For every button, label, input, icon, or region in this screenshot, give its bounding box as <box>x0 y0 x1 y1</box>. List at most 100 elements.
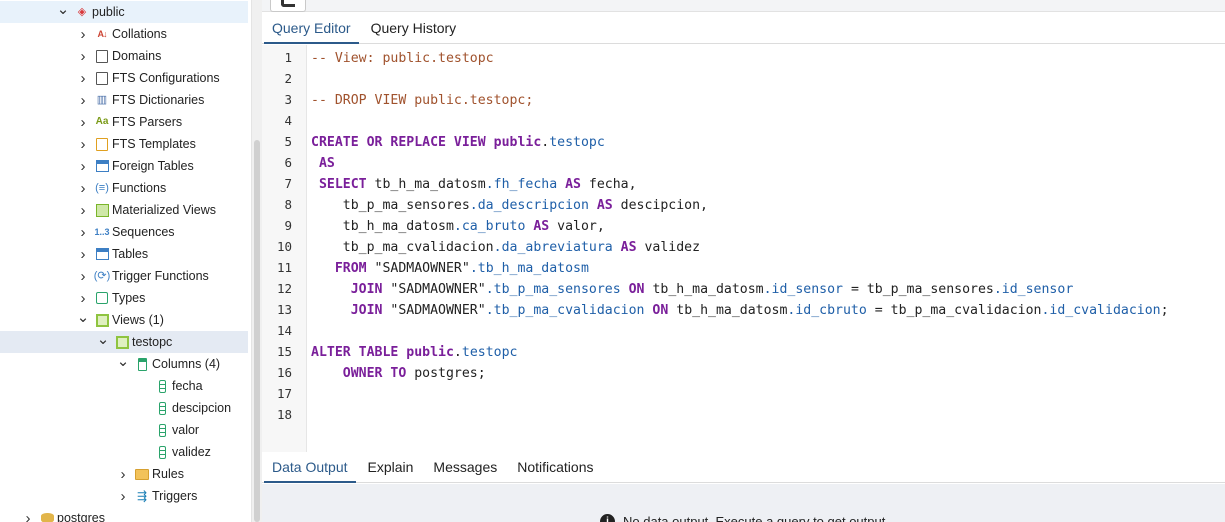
line-number: 15 <box>276 344 292 359</box>
column-icon <box>155 423 169 437</box>
chevron-right-icon[interactable]: › <box>77 26 89 43</box>
chevron-down-icon[interactable]: ⌄ <box>117 353 130 370</box>
view-icon <box>95 313 109 327</box>
tree-item-rules[interactable]: › Rules <box>0 463 248 485</box>
line-number: 16 <box>276 365 292 380</box>
chevron-right-icon[interactable]: › <box>77 114 89 131</box>
sequence-icon: 1..3 <box>94 226 110 237</box>
code-token: . <box>453 345 462 360</box>
scrollbar-thumb[interactable] <box>254 140 260 522</box>
chevron-right-icon[interactable]: › <box>22 510 34 522</box>
chevron-right-icon[interactable]: › <box>77 246 89 263</box>
tree-item-domains[interactable]: › Domains <box>0 45 248 67</box>
tree-item-label: Triggers <box>152 489 198 503</box>
code-token: AS <box>588 198 621 213</box>
tree-item-fts-configurations[interactable]: › FTS Configurations <box>0 67 248 89</box>
code-token: testopc <box>461 345 518 360</box>
chevron-right-icon[interactable]: › <box>117 488 129 505</box>
tree-item-collations[interactable]: › A↓ Collations <box>0 23 248 45</box>
tree-item-label: fecha <box>172 379 203 393</box>
code-line: JOIN "SADMAOWNER".tb_p_ma_sensores ON tb… <box>311 279 1074 300</box>
collation-icon: A↓ <box>97 28 108 39</box>
tree-item-valor[interactable]: valor <box>0 419 248 441</box>
no-output-text: No data output. Execute a query to get o… <box>623 514 889 522</box>
chevron-right-icon[interactable]: › <box>77 136 89 153</box>
chevron-down-icon[interactable]: ⌄ <box>57 1 70 18</box>
tree-item-label: FTS Configurations <box>112 71 220 85</box>
chevron-right-icon[interactable]: › <box>77 202 89 219</box>
code-token: tb_h_ma_datosm <box>311 219 454 234</box>
table-icon <box>95 247 109 261</box>
code-token: fecha, <box>588 177 637 192</box>
code-token: .id_sensor <box>993 282 1074 297</box>
code-token: OWNER TO <box>311 366 415 381</box>
triggers-icon: ⇶ <box>136 489 148 503</box>
line-number: 18 <box>276 407 292 422</box>
tree-item-public[interactable]: ⌄ ◈ public <box>0 1 248 23</box>
tree-item-fecha[interactable]: fecha <box>0 375 248 397</box>
rules-icon <box>135 467 149 481</box>
chevron-right-icon[interactable]: › <box>77 70 89 87</box>
chevron-down-icon[interactable]: ⌄ <box>77 309 90 326</box>
chevron-right-icon[interactable]: › <box>77 268 89 285</box>
chevron-right-icon[interactable]: › <box>77 180 89 197</box>
line-number: 6 <box>284 155 292 170</box>
sidebar-scrollbar[interactable] <box>251 0 262 522</box>
code-token: .id_cbruto <box>787 303 867 318</box>
tree-item-tables[interactable]: › Tables <box>0 243 248 265</box>
chevron-right-icon[interactable]: › <box>77 92 89 109</box>
main-panel: Query Editor Query History 1 2 3 4 5 6 7 8 9 10 11 1… <box>262 0 1225 522</box>
code-line: AS <box>311 153 335 174</box>
chevron-right-icon[interactable]: › <box>117 466 129 483</box>
tree-item-functions[interactable]: › (≡) Functions <box>0 177 248 199</box>
query-editor[interactable]: 1 2 3 4 5 6 7 8 9 10 11 12 13 14 15 16 17 18 -- View: pub… <box>262 45 1225 452</box>
toolbar-button[interactable] <box>270 0 306 12</box>
tree-item-postgres[interactable]: › postgres <box>0 507 248 522</box>
tab-query-editor[interactable]: Query Editor <box>262 12 361 44</box>
tree-item-label: validez <box>172 445 211 459</box>
tab-query-history[interactable]: Query History <box>361 12 467 43</box>
tree-item-label: Trigger Functions <box>112 269 209 283</box>
chevron-right-icon[interactable]: › <box>77 158 89 175</box>
code-token: descipcion, <box>620 198 708 213</box>
tree-item-label: FTS Templates <box>112 137 196 151</box>
chevron-right-icon[interactable]: › <box>77 290 89 307</box>
code-token: .ca_bruto <box>453 219 526 234</box>
tab-notifications[interactable]: Notifications <box>507 452 603 482</box>
materialized-view-icon <box>95 203 109 217</box>
tree-item-fts-templates[interactable]: › FTS Templates <box>0 133 248 155</box>
code-token: tb_p_ma_cvalidacion <box>311 240 494 255</box>
line-number: 5 <box>284 134 292 149</box>
tree-item-columns-4[interactable]: ⌄ Columns (4) <box>0 353 248 375</box>
line-number: 13 <box>276 302 292 317</box>
code-token: SELECT <box>311 177 375 192</box>
data-output-panel: i No data output. Execute a query to get… <box>262 484 1225 522</box>
tab-data-output[interactable]: Data Output <box>262 452 358 483</box>
code-line: tb_p_ma_sensores.da_descripcion AS desci… <box>311 195 708 216</box>
code-line: -- DROP VIEW public.testopc; <box>311 90 533 111</box>
tree-item-materialized-views[interactable]: › Materialized Views <box>0 199 248 221</box>
tree-item-foreign-tables[interactable]: › Foreign Tables <box>0 155 248 177</box>
info-icon: i <box>600 514 615 522</box>
schema-icon: ◈ <box>77 5 87 18</box>
tree-item-testopc[interactable]: ⌄ testopc <box>0 331 248 353</box>
tree-item-label: Collations <box>112 27 167 41</box>
tree-item-views-1[interactable]: ⌄ Views (1) <box>0 309 248 331</box>
tab-explain[interactable]: Explain <box>358 452 424 482</box>
tree-item-fts-dictionaries[interactable]: › ▥ FTS Dictionaries <box>0 89 248 111</box>
tree-item-sequences[interactable]: › 1..3 Sequences <box>0 221 248 243</box>
tree-item-validez[interactable]: validez <box>0 441 248 463</box>
chevron-right-icon[interactable]: › <box>77 224 89 241</box>
tab-messages[interactable]: Messages <box>423 452 507 482</box>
code-token: tb_h_ma_datosm <box>374 177 486 192</box>
tree-item-triggers[interactable]: › ⇶ Triggers <box>0 485 248 507</box>
tree-item-trigger-functions[interactable]: › (⟳) Trigger Functions <box>0 265 248 287</box>
tree-item-fts-parsers[interactable]: › Aa FTS Parsers <box>0 111 248 133</box>
tree-item-types[interactable]: › Types <box>0 287 248 309</box>
fts-config-icon <box>95 71 109 85</box>
line-number: 4 <box>284 113 292 128</box>
chevron-down-icon[interactable]: ⌄ <box>97 331 110 348</box>
tree-item-descipcion[interactable]: descipcion <box>0 397 248 419</box>
chevron-right-icon[interactable]: › <box>77 48 89 65</box>
